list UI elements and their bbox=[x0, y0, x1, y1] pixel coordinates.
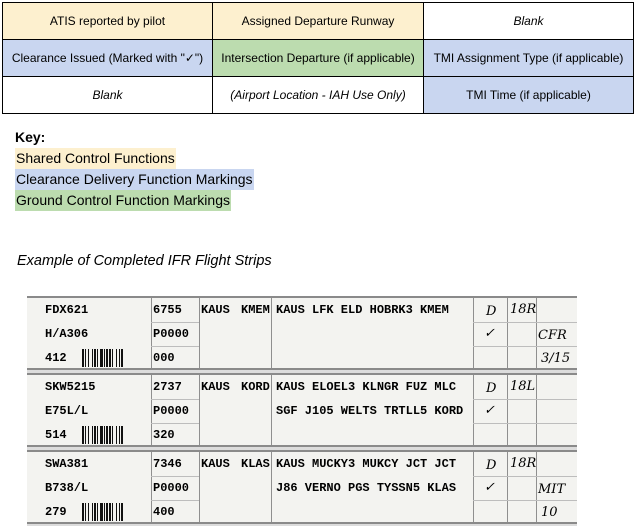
legend-grid: ATIS reported by pilot Assigned Departure… bbox=[2, 2, 634, 114]
flight-strip: FDX621 H/A306 412 6755 P0000 000 KAUS KMEM KAUS … bbox=[27, 296, 577, 370]
strip-grid-line bbox=[473, 399, 577, 400]
assigned-runway: 18R bbox=[510, 456, 537, 471]
route-line-2: SGF J105 WELTS TRTLL5 KORD bbox=[276, 404, 464, 418]
key-item-shared: Shared Control Functions bbox=[15, 148, 176, 169]
strip-grid-line bbox=[151, 346, 199, 347]
departure-airport: KAUS bbox=[201, 303, 230, 317]
legend-grid-cell: Blank bbox=[423, 2, 634, 40]
proposed-time: P0000 bbox=[153, 404, 190, 418]
strip-grid-line bbox=[473, 423, 577, 424]
aircraft-type: E75L/L bbox=[45, 404, 89, 418]
strip-grid-line bbox=[151, 322, 199, 323]
route-line-2: J86 VERNO PGS TYSSN5 KLAS bbox=[276, 481, 457, 495]
computer-id: 412 bbox=[45, 351, 67, 365]
tmi-type: MIT bbox=[538, 482, 566, 497]
strip-divider bbox=[199, 298, 200, 368]
altitude: 320 bbox=[153, 428, 175, 442]
callsign: SWA381 bbox=[45, 457, 89, 471]
destination-airport: KORD bbox=[241, 380, 270, 394]
tmi-type: CFR bbox=[538, 328, 567, 343]
key-item-clearance-delivery: Clearance Delivery Function Markings bbox=[15, 169, 254, 190]
strip-grid-line bbox=[151, 399, 199, 400]
tmi-time: 3/15 bbox=[541, 351, 571, 366]
clearance-check: ✓ bbox=[484, 480, 495, 495]
computer-id: 514 bbox=[45, 428, 67, 442]
strip-divider bbox=[199, 375, 200, 445]
strip-divider bbox=[507, 375, 508, 445]
assigned-runway: 18R bbox=[510, 302, 537, 317]
legend-grid-row: ATIS reported by pilot Assigned Departure… bbox=[2, 2, 634, 40]
atis-code: D bbox=[486, 381, 497, 396]
strip-divider bbox=[473, 298, 474, 368]
proposed-time: P0000 bbox=[153, 327, 190, 341]
legend-grid-cell: TMI Time (if applicable) bbox=[423, 76, 634, 114]
legend-grid-cell: Clearance Issued (Marked with "✓") bbox=[2, 39, 213, 77]
barcode-icon bbox=[82, 503, 123, 521]
strip-divider bbox=[271, 452, 272, 522]
legend-grid-row: Blank (Airport Location - IAH Use Only) TM… bbox=[2, 76, 634, 114]
assigned-runway: 18L bbox=[510, 379, 536, 394]
example-caption: Example of Completed IFR Flight Strips bbox=[17, 253, 272, 269]
destination-airport: KLAS bbox=[241, 457, 270, 471]
key-title: Key: bbox=[15, 129, 46, 145]
legend-grid-cell: Intersection Departure (if applicable) bbox=[212, 39, 424, 77]
strip-divider bbox=[271, 298, 272, 368]
strip-divider bbox=[151, 452, 152, 522]
strip-divider bbox=[536, 375, 537, 445]
departure-airport: KAUS bbox=[201, 380, 230, 394]
legend-grid-cell: TMI Assignment Type (if applicable) bbox=[423, 39, 634, 77]
strip-grid-line bbox=[473, 346, 577, 347]
tmi-time: 10 bbox=[541, 505, 558, 520]
strip-divider bbox=[151, 298, 152, 368]
strip-divider bbox=[271, 375, 272, 445]
proposed-time: P0000 bbox=[153, 481, 190, 495]
key-item-ground-control: Ground Control Function Markings bbox=[15, 190, 231, 211]
legend-grid-cell: (Airport Location - IAH Use Only) bbox=[212, 76, 424, 114]
beacon-code: 7346 bbox=[153, 457, 182, 471]
callsign: FDX621 bbox=[45, 303, 89, 317]
legend-grid-cell: ATIS reported by pilot bbox=[2, 2, 213, 40]
callsign: SKW5215 bbox=[45, 380, 96, 394]
barcode-icon bbox=[82, 426, 123, 444]
strip-grid-line bbox=[151, 423, 199, 424]
route-line-1: KAUS LFK ELD HOBRK3 KMEM bbox=[276, 303, 449, 317]
aircraft-type: B738/L bbox=[45, 481, 89, 495]
route-line-1: KAUS ELOEL3 KLNGR FUZ MLC bbox=[276, 380, 457, 394]
computer-id: 279 bbox=[45, 505, 67, 519]
strip-divider bbox=[507, 452, 508, 522]
strip-divider bbox=[199, 452, 200, 522]
flight-strip: SKW5215 E75L/L 514 2737 P0000 320 KAUS KORD KAUS… bbox=[27, 373, 577, 447]
clearance-check: ✓ bbox=[484, 326, 495, 341]
legend-grid-cell: Assigned Departure Runway bbox=[212, 2, 424, 40]
strip-grid-line bbox=[473, 476, 577, 477]
strip-divider bbox=[507, 298, 508, 368]
strip-divider bbox=[473, 375, 474, 445]
key: Key: Shared Control Functions Clearance … bbox=[15, 127, 254, 211]
beacon-code: 2737 bbox=[153, 380, 182, 394]
legend-grid-cell: Blank bbox=[2, 76, 213, 114]
atis-code: D bbox=[486, 304, 497, 319]
atis-code: D bbox=[486, 458, 497, 473]
strip-grid-line bbox=[473, 500, 577, 501]
altitude: 000 bbox=[153, 351, 175, 365]
strip-grid-line bbox=[151, 500, 199, 501]
aircraft-type: H/A306 bbox=[45, 327, 89, 341]
departure-airport: KAUS bbox=[201, 457, 230, 471]
legend-grid-row: Clearance Issued (Marked with "✓") Inters… bbox=[2, 39, 634, 77]
strip-grid-line bbox=[473, 322, 577, 323]
destination-airport: KMEM bbox=[241, 303, 270, 317]
beacon-code: 6755 bbox=[153, 303, 182, 317]
strip-grid-line bbox=[151, 476, 199, 477]
barcode-icon bbox=[82, 349, 123, 367]
flight-strips: FDX621 H/A306 412 6755 P0000 000 KAUS KMEM KAUS … bbox=[27, 296, 577, 526]
clearance-check: ✓ bbox=[484, 403, 495, 418]
flight-strip: SWA381 B738/L 279 7346 P0000 400 KAUS KLAS KAUS … bbox=[27, 450, 577, 524]
strip-divider bbox=[473, 452, 474, 522]
route-line-1: KAUS MUCKY3 MUKCY JCT JCT bbox=[276, 457, 457, 471]
strip-divider bbox=[151, 375, 152, 445]
altitude: 400 bbox=[153, 505, 175, 519]
